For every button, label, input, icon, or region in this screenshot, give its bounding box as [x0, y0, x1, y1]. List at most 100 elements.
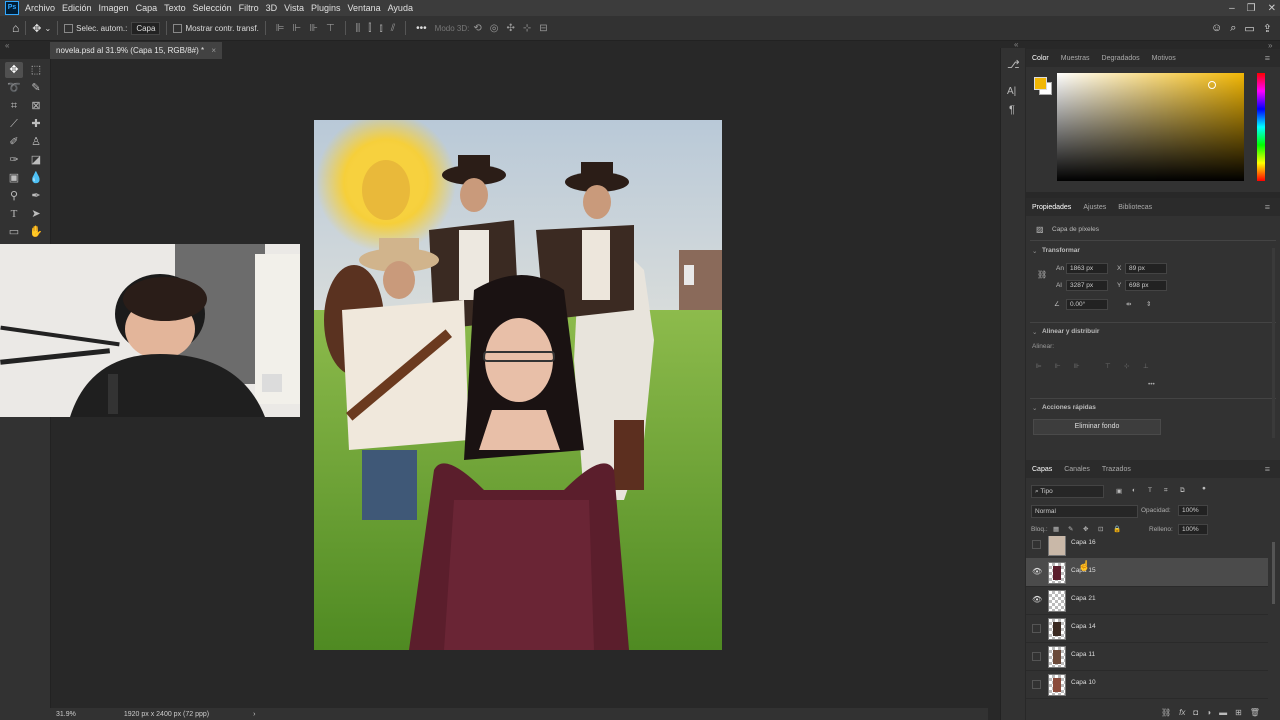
collapse-toolbar-icon[interactable]: «	[5, 41, 9, 50]
stamp-tool-icon[interactable]: ♙	[27, 134, 45, 150]
type-tool-icon[interactable]: T	[5, 206, 23, 222]
filter-type-icon[interactable]: T	[1148, 487, 1152, 494]
add-mask-icon[interactable]: ◘	[1193, 708, 1198, 717]
quick-select-tool-icon[interactable]: ✎	[27, 80, 45, 96]
opacity-field[interactable]: 100%	[1178, 505, 1208, 516]
x-field[interactable]: 89 px	[1125, 263, 1167, 274]
rectangle-tool-icon[interactable]: ▭	[5, 224, 23, 240]
tab-capas[interactable]: Capas	[1026, 466, 1058, 473]
lock-position-icon[interactable]: ✥	[1083, 525, 1088, 533]
menu-seleccion[interactable]: Selección	[193, 3, 232, 13]
visibility-toggle[interactable]	[1032, 652, 1041, 661]
align-expand-icon[interactable]: ⌄	[1032, 328, 1037, 336]
brush-tool-icon[interactable]: ✐	[5, 134, 23, 150]
align-left-edges-icon[interactable]: ⊫	[1036, 362, 1042, 370]
layer-row[interactable]: Capa 10	[1026, 670, 1268, 699]
layer-row[interactable]: Capa 14	[1026, 614, 1268, 643]
tab-ajustes[interactable]: Ajustes	[1077, 204, 1112, 211]
layer-name[interactable]: Capa 21	[1071, 595, 1096, 602]
menu-ayuda[interactable]: Ayuda	[388, 3, 413, 13]
lock-all-icon[interactable]: 🔒	[1113, 525, 1121, 533]
panel-menu-icon[interactable]: ≡	[1259, 464, 1276, 474]
quick-actions-expand-icon[interactable]: ⌄	[1032, 404, 1037, 412]
home-icon[interactable]: ⌂	[12, 21, 19, 35]
align-v-centers-icon[interactable]: ⊹	[1124, 362, 1129, 370]
panel-menu-icon[interactable]: ≡	[1259, 202, 1276, 212]
filter-toggle-icon[interactable]: ●	[1202, 485, 1206, 492]
hue-slider[interactable]	[1257, 73, 1265, 181]
menu-filtro[interactable]: Filtro	[239, 3, 259, 13]
layer-row[interactable]: Capa 16	[1026, 536, 1268, 559]
distribute-h-icon[interactable]: ⫾	[379, 23, 382, 34]
maximize-icon[interactable]: ❐	[1247, 3, 1256, 14]
transform-expand-icon[interactable]: ⌄	[1032, 247, 1037, 255]
distribute-v-icon[interactable]: ⫿	[368, 23, 371, 34]
filter-shape-icon[interactable]: ⌗	[1164, 487, 1168, 495]
marquee-tool-icon[interactable]: ⬚	[27, 62, 45, 78]
angle-field[interactable]: 0.00°	[1066, 299, 1108, 310]
share-icon[interactable]: ⇪	[1263, 22, 1272, 35]
minimize-icon[interactable]: –	[1229, 3, 1235, 14]
align-top-icon[interactable]: ⊤	[326, 23, 335, 34]
delete-layer-icon[interactable]: 🗑	[1250, 708, 1260, 717]
align-right-icon[interactable]: ⊪	[309, 23, 318, 34]
align-top-edges-icon[interactable]: ⊤	[1105, 362, 1111, 370]
layer-name[interactable]: Capa 11	[1071, 651, 1095, 658]
search-icon[interactable]: ⌕	[1230, 22, 1236, 35]
eyedropper-tool-icon[interactable]: ⟋	[5, 116, 23, 132]
new-group-icon[interactable]: ▬	[1219, 708, 1227, 717]
dodge-tool-icon[interactable]: ⚲	[5, 188, 23, 204]
flip-vertical-icon[interactable]: ⇕	[1146, 300, 1151, 308]
move-tool-icon[interactable]: ✥	[32, 22, 41, 35]
layer-name[interactable]: Capa 10	[1071, 679, 1096, 686]
drag-3d-icon[interactable]: ✣	[506, 23, 514, 34]
show-transform-checkbox[interactable]	[173, 23, 183, 33]
layers-scrollbar[interactable]	[1272, 542, 1275, 604]
distribute-spacing-icon[interactable]: ⫽	[391, 23, 395, 34]
align-right-edges-icon[interactable]: ⊪	[1074, 362, 1080, 370]
history-brush-tool-icon[interactable]: ✑	[5, 152, 23, 168]
lock-artboard-icon[interactable]: ⊡	[1098, 525, 1103, 533]
y-field[interactable]: 698 px	[1125, 280, 1167, 291]
eye-icon[interactable]: 👁	[1032, 567, 1042, 576]
flip-horizontal-icon[interactable]: ⇹	[1126, 300, 1131, 308]
tab-degradados[interactable]: Degradados	[1096, 55, 1146, 62]
layer-filter-dropdown[interactable]: ⌕ Tipo	[1031, 485, 1104, 498]
tab-propiedades[interactable]: Propiedades	[1026, 204, 1077, 211]
document-canvas[interactable]	[314, 120, 722, 650]
adjustment-layer-icon[interactable]: ◑	[1206, 708, 1211, 717]
height-field[interactable]: 3287 px	[1066, 280, 1108, 291]
document-tab[interactable]: novela.psd al 31.9% (Capa 15, RGB/8#) * …	[50, 42, 222, 59]
more-options-icon[interactable]: •••	[416, 23, 427, 34]
zoom-level[interactable]: 31.9%	[56, 711, 76, 718]
menu-edicion[interactable]: Edición	[62, 3, 92, 13]
color-field[interactable]	[1057, 73, 1244, 181]
scale-3d-icon[interactable]: ⊟	[539, 23, 547, 34]
frame-tool-icon[interactable]: ⊠	[27, 98, 45, 114]
new-layer-icon[interactable]: ⊞	[1235, 708, 1242, 717]
discover-icon[interactable]: ☺	[1211, 22, 1222, 34]
visibility-toggle[interactable]	[1032, 540, 1041, 549]
filter-smart-object-icon[interactable]: ⧉	[1180, 487, 1185, 495]
color-picker-handle[interactable]	[1208, 81, 1216, 89]
lock-pixels-icon[interactable]: ✎	[1068, 525, 1073, 533]
close-tab-icon[interactable]: ×	[211, 46, 216, 55]
visibility-toggle[interactable]	[1032, 624, 1041, 633]
fill-field[interactable]: 100%	[1178, 524, 1208, 535]
tab-trazados[interactable]: Trazados	[1096, 466, 1137, 473]
layer-name[interactable]: Capa 14	[1071, 623, 1096, 630]
path-select-tool-icon[interactable]: ➤	[27, 206, 45, 222]
orbit-3d-icon[interactable]: ⟲	[473, 23, 481, 34]
link-icon[interactable]: ⛓	[1037, 270, 1047, 279]
align-left-icon[interactable]: ⊫	[276, 23, 285, 34]
auto-select-checkbox[interactable]	[64, 23, 74, 33]
auto-select-dropdown[interactable]: Capa	[131, 21, 161, 35]
crop-tool-icon[interactable]: ⌗	[5, 98, 23, 114]
tab-color[interactable]: Color	[1026, 55, 1055, 62]
close-icon[interactable]: ✕	[1268, 3, 1276, 14]
tab-motivos[interactable]: Motivos	[1146, 55, 1182, 62]
collapse-strip-icon[interactable]: «	[1014, 40, 1018, 49]
layer-row-selected[interactable]: 👁 Capa 15	[1026, 558, 1268, 587]
menu-archivo[interactable]: Archivo	[25, 3, 55, 13]
properties-scrollbar[interactable]	[1272, 248, 1275, 438]
